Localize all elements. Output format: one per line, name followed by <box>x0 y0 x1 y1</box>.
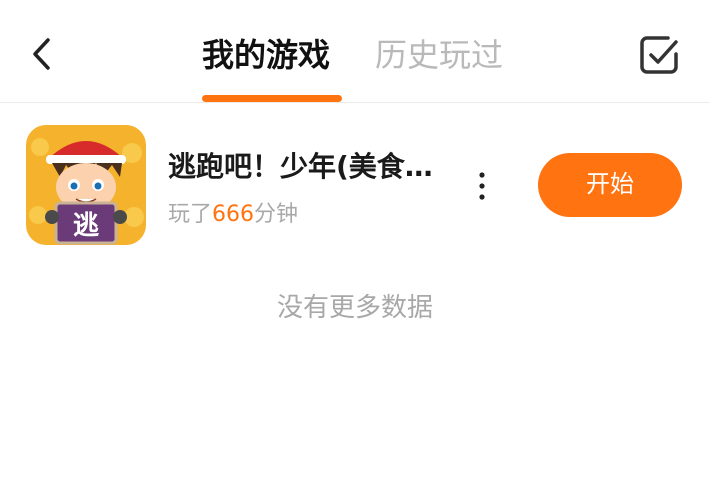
play-time-prefix: 玩了 <box>168 202 213 227</box>
game-character-icon: 逃 <box>26 125 146 245</box>
chevron-left-icon <box>33 38 50 70</box>
manage-button[interactable] <box>638 34 680 76</box>
play-time-suffix: 分钟 <box>254 202 299 227</box>
more-vertical-icon <box>479 172 485 200</box>
more-options-button[interactable] <box>470 169 494 203</box>
play-time: 玩了666分钟 <box>168 199 298 231</box>
game-icon[interactable]: 逃 <box>26 125 146 245</box>
tab-history-played[interactable]: 历史玩过 <box>375 30 503 80</box>
game-title: 逃跑吧！少年(美食… <box>168 150 433 183</box>
active-tab-indicator <box>202 95 342 102</box>
no-more-data-text: 没有更多数据 <box>276 293 433 323</box>
play-time-value: 666 <box>212 202 255 227</box>
back-button[interactable] <box>22 30 62 78</box>
game-icon-text: 逃 <box>73 211 99 241</box>
start-game-button[interactable]: 开始 <box>538 153 682 217</box>
checkbox-icon <box>640 36 678 74</box>
top-nav-bar: 我的游戏 历史玩过 <box>0 0 710 103</box>
tab-my-games[interactable]: 我的游戏 <box>202 30 330 80</box>
game-list-item[interactable]: 逃 逃跑吧！少年(美食… 玩了666分钟 开始 <box>0 103 710 258</box>
